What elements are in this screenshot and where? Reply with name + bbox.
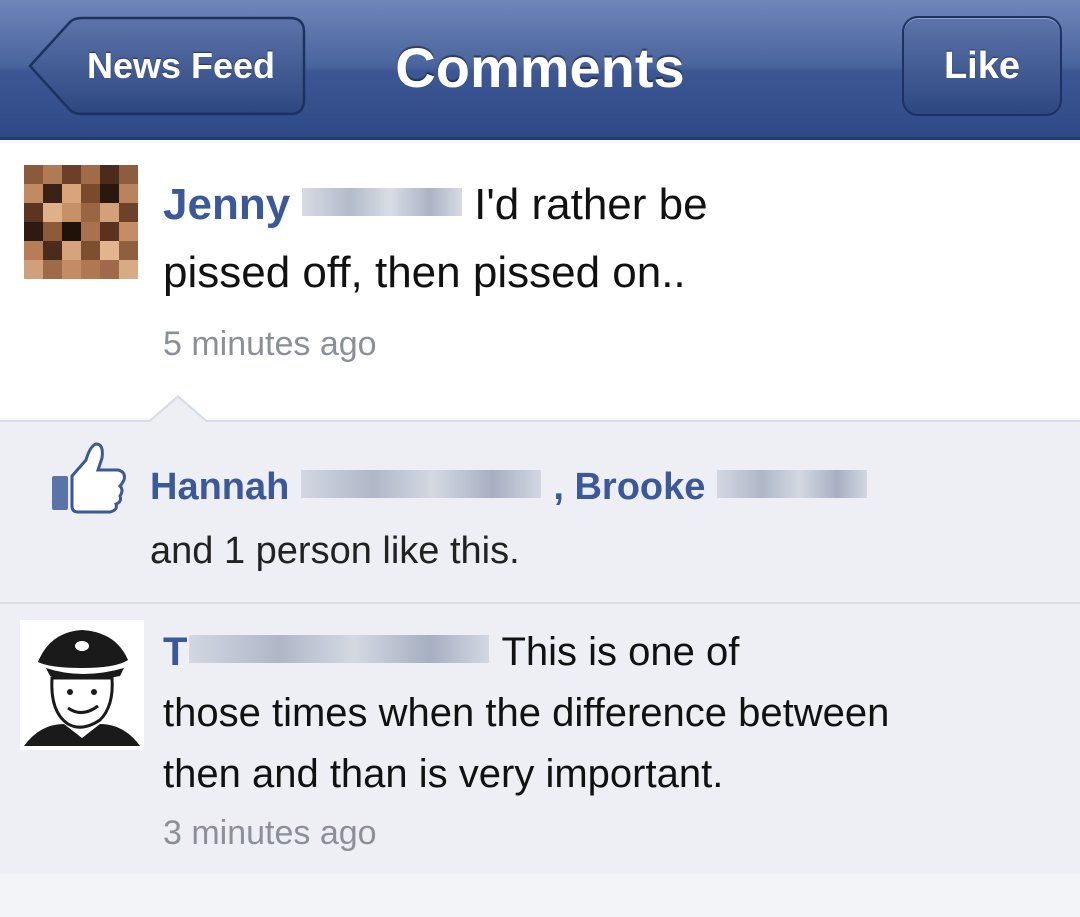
liker-name-1[interactable]: Hannah bbox=[150, 466, 289, 508]
reply-text-line3: then and than is very important. bbox=[163, 752, 724, 796]
page-title: Comments bbox=[395, 36, 685, 99]
redacted-surname bbox=[302, 188, 463, 217]
next-comment-edge bbox=[0, 874, 1080, 917]
reply-timestamp: 3 minutes ago bbox=[163, 814, 377, 852]
likes-summary: Hannah, Brooke and 1 person like this. bbox=[150, 455, 1030, 583]
redacted-surname bbox=[717, 469, 868, 498]
reply-body: T This is one of those times when the dif… bbox=[163, 622, 1043, 805]
post-body: Jenny I'd rather be pissed off, then piss… bbox=[163, 171, 1043, 307]
post-timestamp: 5 minutes ago bbox=[163, 325, 377, 363]
thumbs-up-icon bbox=[52, 442, 126, 514]
navigation-bar: News Feed Comments Like bbox=[0, 0, 1080, 140]
reply-text-line1: This is one of bbox=[501, 630, 740, 674]
avatar[interactable] bbox=[24, 165, 138, 279]
reply-author-name[interactable]: T bbox=[163, 630, 187, 674]
post: Jenny I'd rather be pissed off, then piss… bbox=[0, 143, 1080, 418]
back-button-label: News Feed bbox=[86, 45, 276, 86]
post-text-line2: pissed off, then pissed on.. bbox=[163, 248, 686, 297]
redacted-surname bbox=[301, 469, 542, 498]
reply-text-line2: those times when the difference between bbox=[163, 691, 890, 735]
like-button[interactable]: Like bbox=[902, 16, 1062, 116]
likes-rest-text: and 1 person like this. bbox=[150, 530, 520, 572]
liker-name-2[interactable]: Brooke bbox=[574, 466, 705, 508]
redacted-name bbox=[189, 635, 490, 664]
post-text-line1: I'd rather be bbox=[474, 180, 708, 229]
avatar[interactable] bbox=[20, 620, 144, 750]
likes-caret-fill bbox=[150, 398, 206, 422]
likes-separator: , bbox=[553, 466, 564, 508]
post-author-name[interactable]: Jenny bbox=[163, 180, 290, 229]
news-feed-back-button[interactable]: News Feed bbox=[26, 16, 306, 116]
